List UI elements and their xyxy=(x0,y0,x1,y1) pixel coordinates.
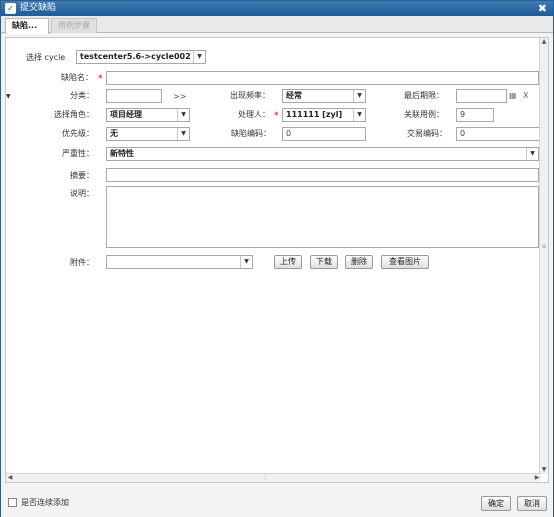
vertical-scrollbar[interactable]: ▲ ≡ ▼ xyxy=(539,38,548,474)
frequency-value: 经常 xyxy=(286,91,302,100)
close-icon[interactable]: ✖ xyxy=(538,1,547,16)
delete-button[interactable]: 删除 xyxy=(345,255,373,269)
handler-value: 111111 [zyl] xyxy=(286,110,343,119)
required-marker: * xyxy=(274,111,279,121)
trade-code-label: 交易编码： xyxy=(407,129,447,138)
priority-label: 优先级： xyxy=(62,129,94,138)
scroll-grip-icon[interactable]: ≡ xyxy=(540,243,548,251)
trade-code-input[interactable]: 0 xyxy=(456,127,540,141)
summary-input[interactable] xyxy=(106,168,539,182)
scroll-right-icon[interactable]: ▶ xyxy=(533,474,541,482)
frequency-select[interactable]: 经常 ▼ xyxy=(282,89,366,103)
required-marker: * xyxy=(98,74,103,84)
role-label: 选择角色： xyxy=(54,110,94,119)
chevron-down-icon[interactable]: ▼ xyxy=(177,128,189,140)
scroll-down-icon[interactable]: ▼ xyxy=(540,466,548,474)
description-label: 说明： xyxy=(70,189,94,198)
app-icon: ✓ xyxy=(5,3,16,14)
tab-defect[interactable]: 缺陷... xyxy=(5,18,49,34)
download-button[interactable]: 下载 xyxy=(310,255,338,269)
frequency-label: 出现频率： xyxy=(230,91,270,100)
window-title: 提交缺陷 xyxy=(20,3,57,13)
severity-select[interactable]: 新特性 ▼ xyxy=(106,147,539,161)
linked-case-input[interactable]: 9 xyxy=(456,108,494,122)
scroll-left-icon[interactable]: ◀ xyxy=(6,474,14,482)
severity-label: 严重性： xyxy=(62,149,94,158)
summary-label: 摘要： xyxy=(70,171,94,180)
dialog-footer: 是否连续添加 确定 取消 xyxy=(1,487,553,517)
dialog-window: ✓ 提交缺陷 ✖ 缺陷... 用例步骤 选择 cycle testcenter5… xyxy=(0,0,554,517)
chevron-down-icon[interactable]: ▼ xyxy=(526,148,538,160)
view-image-button[interactable]: 查看图片 xyxy=(381,255,429,269)
defect-code-input[interactable]: 0 xyxy=(282,127,366,141)
tab-bar: 缺陷... 用例步骤 xyxy=(1,16,553,34)
continuous-add-checkbox[interactable] xyxy=(8,498,17,507)
chevron-down-icon[interactable]: ▼ xyxy=(353,109,365,121)
deadline-clear-button[interactable]: X xyxy=(523,90,528,102)
role-select[interactable]: 项目经理 ▼ xyxy=(106,108,190,122)
defect-name-label: 缺陷名： xyxy=(61,73,93,82)
role-value: 项目经理 xyxy=(110,110,142,119)
handler-label: 处理人： xyxy=(238,110,270,119)
cycle-select[interactable]: testcenter5.6->cycle002 ▼ xyxy=(76,50,206,64)
cycle-value: testcenter5.6->cycle002 xyxy=(80,52,191,61)
chevron-down-icon[interactable]: ▼ xyxy=(193,51,205,63)
handler-select[interactable]: 111111 [zyl] ▼ xyxy=(282,108,366,122)
attachment-label: 附件： xyxy=(70,258,94,267)
chevron-down-icon[interactable]: ▼ xyxy=(353,90,365,102)
tab-case-steps[interactable]: 用例步骤 xyxy=(51,18,97,33)
collapse-arrow-icon[interactable]: ▼ xyxy=(6,91,11,103)
continuous-add-label: 是否连续添加 xyxy=(21,498,69,507)
priority-value: 无 xyxy=(110,129,118,138)
severity-value: 新特性 xyxy=(110,149,134,158)
scroll-up-icon[interactable]: ▲ xyxy=(540,38,548,46)
defect-code-label: 缺陷编码： xyxy=(231,129,271,138)
description-textarea[interactable] xyxy=(106,186,539,248)
ok-button[interactable]: 确定 xyxy=(481,496,511,511)
category-input[interactable] xyxy=(106,89,162,103)
horizontal-scrollbar[interactable]: ◀ ⋮ ▶ xyxy=(6,473,541,482)
defect-name-input[interactable] xyxy=(106,71,539,85)
title-bar[interactable]: ✓ 提交缺陷 ✖ xyxy=(1,1,553,16)
deadline-label: 最后期限： xyxy=(404,91,444,100)
category-label: 分类： xyxy=(70,91,94,100)
scroll-grip-icon[interactable]: ⋮ xyxy=(261,474,269,482)
upload-button[interactable]: 上传 xyxy=(274,255,302,269)
priority-select[interactable]: 无 ▼ xyxy=(106,127,190,141)
attachment-select[interactable]: ▼ xyxy=(106,255,253,269)
chevron-down-icon[interactable]: ▼ xyxy=(240,256,252,268)
deadline-input[interactable] xyxy=(456,89,507,103)
linked-case-label: 关联用例： xyxy=(404,110,444,119)
calendar-icon[interactable]: ▦ xyxy=(509,90,517,102)
cancel-button[interactable]: 取消 xyxy=(517,496,547,511)
form-panel: 选择 cycle testcenter5.6->cycle002 ▼ 缺陷名： … xyxy=(5,37,549,483)
chevron-down-icon[interactable]: ▼ xyxy=(177,109,189,121)
category-more-button[interactable]: >> xyxy=(173,91,186,103)
cycle-label: 选择 cycle xyxy=(26,53,66,62)
